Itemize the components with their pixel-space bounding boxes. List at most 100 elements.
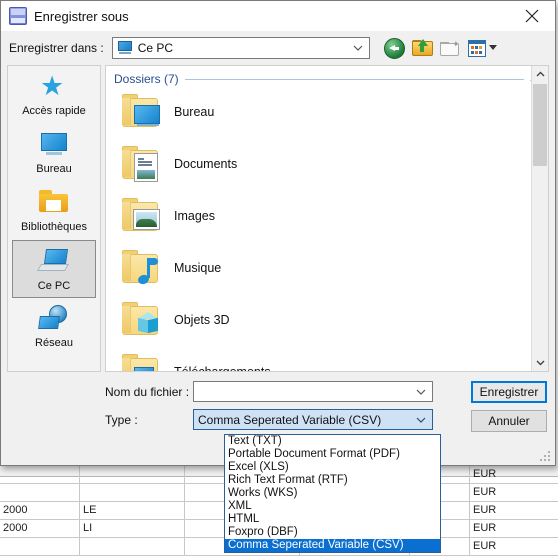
- file-list[interactable]: Dossiers (7) Bureau Documents Images Mus…: [105, 65, 549, 372]
- list-item-label: Objets 3D: [174, 313, 230, 327]
- up-one-level-button[interactable]: [411, 37, 434, 59]
- scroll-up-button[interactable]: [532, 66, 548, 82]
- sidebar-item-bureau[interactable]: Bureau: [8, 124, 100, 182]
- sidebar-item-bibliotheques[interactable]: Bibliothèques: [8, 182, 100, 240]
- views-icon: [467, 40, 486, 57]
- sidebar-item-reseau[interactable]: Réseau: [8, 298, 100, 356]
- folder-desktop-icon: [120, 93, 164, 131]
- list-item[interactable]: Bureau: [106, 86, 548, 138]
- look-in-toolbar: Enregistrer dans : Ce PC ✦: [1, 31, 555, 65]
- star-icon: ★: [40, 71, 65, 101]
- cancel-button[interactable]: Annuler: [471, 410, 547, 432]
- table-cell: 2000: [0, 502, 80, 519]
- scroll-down-button[interactable]: [532, 355, 548, 371]
- save-button[interactable]: Enregistrer: [471, 381, 547, 403]
- filetype-combobox[interactable]: Comma Seperated Variable (CSV): [193, 409, 433, 430]
- dropdown-option[interactable]: HTML: [225, 513, 440, 526]
- list-item-label: Documents: [174, 157, 238, 171]
- table-cell: [0, 484, 80, 501]
- sidebar-item-label: Réseau: [35, 337, 73, 349]
- back-arrow-icon: [383, 38, 405, 59]
- dropdown-option[interactable]: Foxpro (DBF): [225, 526, 440, 539]
- table-cell: [80, 538, 185, 555]
- sidebar-item-label: Accès rapide: [22, 105, 86, 117]
- list-item-label: Téléchargements: [174, 365, 271, 372]
- table-cell: [0, 538, 80, 555]
- sidebar-item-acces-rapide[interactable]: ★ Accès rapide: [8, 66, 100, 124]
- sidebar-item-label: Ce PC: [37, 280, 71, 292]
- mdb-plus-icon: [9, 7, 27, 25]
- back-button[interactable]: [383, 37, 406, 59]
- list-item[interactable]: Documents: [106, 138, 548, 190]
- folder-pictures-icon: [120, 197, 164, 235]
- folder-3dobjects-icon: [120, 301, 164, 339]
- filetype-row: Type : Comma Seperated Variable (CSV): [105, 409, 433, 430]
- folder-documents-icon: [120, 145, 164, 183]
- chevron-down-icon: [353, 45, 363, 51]
- file-list-scrollbar[interactable]: [531, 66, 548, 371]
- sidebar-item-ce-pc[interactable]: Ce PC: [12, 240, 96, 298]
- list-item[interactable]: Images: [106, 190, 548, 242]
- scrollbar-thumb[interactable]: [533, 84, 547, 166]
- laptop-icon: [36, 247, 71, 277]
- chevron-down-icon: [536, 360, 544, 366]
- chevron-down-icon: [488, 44, 497, 50]
- list-item-label: Musique: [174, 261, 222, 275]
- screen: EUR EUR 2000 LE EUR 2000 LI EUR EUR Enre…: [0, 0, 558, 556]
- table-cell: EUR: [473, 504, 497, 516]
- this-pc-icon: [117, 41, 133, 55]
- dropdown-option[interactable]: Works (WKS): [225, 487, 440, 500]
- table-cell: EUR: [473, 540, 497, 552]
- table-cell: 2000: [0, 520, 80, 537]
- up-folder-icon: [411, 39, 433, 56]
- filetype-value: Comma Seperated Variable (CSV): [198, 412, 382, 427]
- chevron-down-icon[interactable]: [416, 417, 426, 423]
- dialog-title: Enregistrer sous: [34, 8, 129, 24]
- sidebar-item-label: Bureau: [36, 163, 72, 175]
- filename-row: Nom du fichier :: [105, 381, 433, 402]
- resize-grip[interactable]: [540, 451, 552, 463]
- close-icon[interactable]: [509, 1, 555, 31]
- dialog-title-bar: Enregistrer sous: [1, 1, 555, 31]
- table-cell: [80, 484, 185, 501]
- dropdown-option[interactable]: Excel (XLS): [225, 461, 440, 474]
- dialog-body: ★ Accès rapide Bureau Bibliothèques Ce P…: [1, 65, 555, 375]
- table-cell: EUR: [473, 468, 497, 480]
- filetype-label: Type :: [105, 412, 138, 427]
- group-divider: [184, 78, 524, 80]
- filetype-dropdown-list[interactable]: Text (TXT) Portable Document Format (PDF…: [224, 434, 441, 553]
- new-folder-icon: ✦: [439, 40, 460, 56]
- dropdown-option[interactable]: Portable Document Format (PDF): [225, 448, 440, 461]
- chevron-down-icon[interactable]: [416, 389, 426, 395]
- table-cell: [80, 466, 185, 483]
- table-cell: [0, 466, 80, 483]
- filename-input[interactable]: [193, 381, 433, 402]
- folders-group-header[interactable]: Dossiers (7): [106, 66, 548, 86]
- views-button[interactable]: [467, 37, 498, 59]
- list-item-label: Images: [174, 209, 215, 223]
- save-as-dialog: Enregistrer sous Enregistrer dans : Ce P…: [0, 0, 556, 466]
- list-item[interactable]: Musique: [106, 242, 548, 294]
- list-item-label: Bureau: [174, 105, 215, 119]
- new-folder-button[interactable]: ✦: [439, 37, 462, 59]
- chevron-up-icon: [536, 71, 544, 77]
- dropdown-option[interactable]: Rich Text Format (RTF): [225, 474, 440, 487]
- library-folder-icon: [37, 188, 71, 218]
- folders-group-title: Dossiers (7): [114, 72, 179, 86]
- nav-toolbar: ✦: [383, 37, 498, 59]
- folder-downloads-icon: [120, 353, 164, 371]
- table-cell: LI: [80, 520, 185, 537]
- list-item[interactable]: Objets 3D: [106, 294, 548, 346]
- table-cell: EUR: [473, 486, 497, 498]
- monitor-icon: [37, 130, 71, 160]
- look-in-combobox[interactable]: Ce PC: [111, 37, 370, 59]
- dropdown-option-selected[interactable]: Comma Seperated Variable (CSV): [225, 539, 440, 552]
- dropdown-option[interactable]: XML: [225, 500, 440, 513]
- list-item[interactable]: Téléchargements: [106, 346, 548, 372]
- table-cell: EUR: [473, 522, 497, 534]
- look-in-label: Enregistrer dans :: [9, 41, 104, 55]
- dropdown-option[interactable]: Text (TXT): [225, 435, 440, 448]
- places-bar: ★ Accès rapide Bureau Bibliothèques Ce P…: [7, 65, 101, 372]
- table-cell: LE: [80, 502, 185, 519]
- folder-music-icon: [120, 249, 164, 287]
